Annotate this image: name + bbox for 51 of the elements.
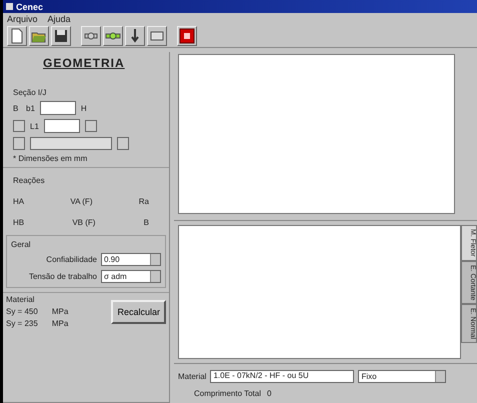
- field-label: L1: [30, 122, 39, 130]
- input-field[interactable]: [40, 101, 76, 115]
- total-value: 0: [267, 389, 272, 398]
- reaction-label: VA (F): [70, 197, 92, 206]
- open-folder-button[interactable]: [29, 26, 49, 46]
- group-title: Reações: [13, 176, 46, 185]
- field-label: B: [13, 104, 20, 112]
- reaction-label: HB: [13, 218, 24, 227]
- dropdown[interactable]: Fixo: [358, 370, 446, 383]
- new-file-button[interactable]: [7, 26, 27, 46]
- section-heading: GEOMETRIA: [43, 56, 126, 70]
- window-title: Cenec: [16, 2, 44, 12]
- reaction-label: Ra: [138, 197, 149, 206]
- arrow-down-button[interactable]: [125, 26, 145, 46]
- reaction-label: VB (F): [72, 218, 96, 227]
- field-label: H: [80, 104, 88, 112]
- page-icon: [9, 28, 25, 44]
- section-label: Seção I/J: [13, 88, 48, 97]
- scroll-button[interactable]: [117, 137, 129, 150]
- material-field[interactable]: 1.0E - 07kN/2 - HF - ou 5U: [210, 370, 354, 383]
- reaction-label: B: [144, 218, 149, 227]
- field-label: Confiabilidade: [46, 255, 97, 264]
- checkbox[interactable]: [84, 120, 97, 132]
- field-label: b1: [26, 104, 35, 112]
- material-value: Sy = 235: [6, 319, 38, 328]
- field-label: Tensão de trabalho: [28, 272, 97, 281]
- reaction-label: HA: [13, 197, 24, 206]
- app-icon: [6, 3, 13, 10]
- loaded-beam-button[interactable]: [103, 26, 123, 46]
- save-button[interactable]: [51, 26, 71, 46]
- unit-label: MPa: [52, 307, 68, 316]
- dropdown[interactable]: 0.90: [101, 253, 161, 266]
- recalculate-button[interactable]: Recalcular: [111, 300, 166, 324]
- stop-icon: [179, 28, 195, 44]
- rectangle-button[interactable]: [147, 26, 167, 46]
- group-title: Geral: [11, 240, 32, 249]
- scroll-button[interactable]: [13, 137, 25, 150]
- beam-button[interactable]: [81, 26, 101, 46]
- note-text: * Dimensões em mm: [13, 154, 88, 163]
- dropdown[interactable]: σ adm: [101, 270, 161, 283]
- material-value: Sy = 450: [6, 307, 38, 316]
- checkbox[interactable]: [13, 120, 25, 132]
- field-label: Material: [178, 372, 206, 381]
- menu-item[interactable]: Ajuda: [48, 14, 71, 24]
- input-field[interactable]: [44, 119, 80, 133]
- total-label: Comprimento Total: [194, 389, 261, 398]
- group-title: Material: [6, 295, 36, 304]
- menu-item[interactable]: Arquivo: [7, 14, 38, 24]
- stop-button[interactable]: [177, 26, 197, 46]
- unit-label: MPa: [52, 319, 68, 328]
- scrollbar[interactable]: [30, 137, 112, 150]
